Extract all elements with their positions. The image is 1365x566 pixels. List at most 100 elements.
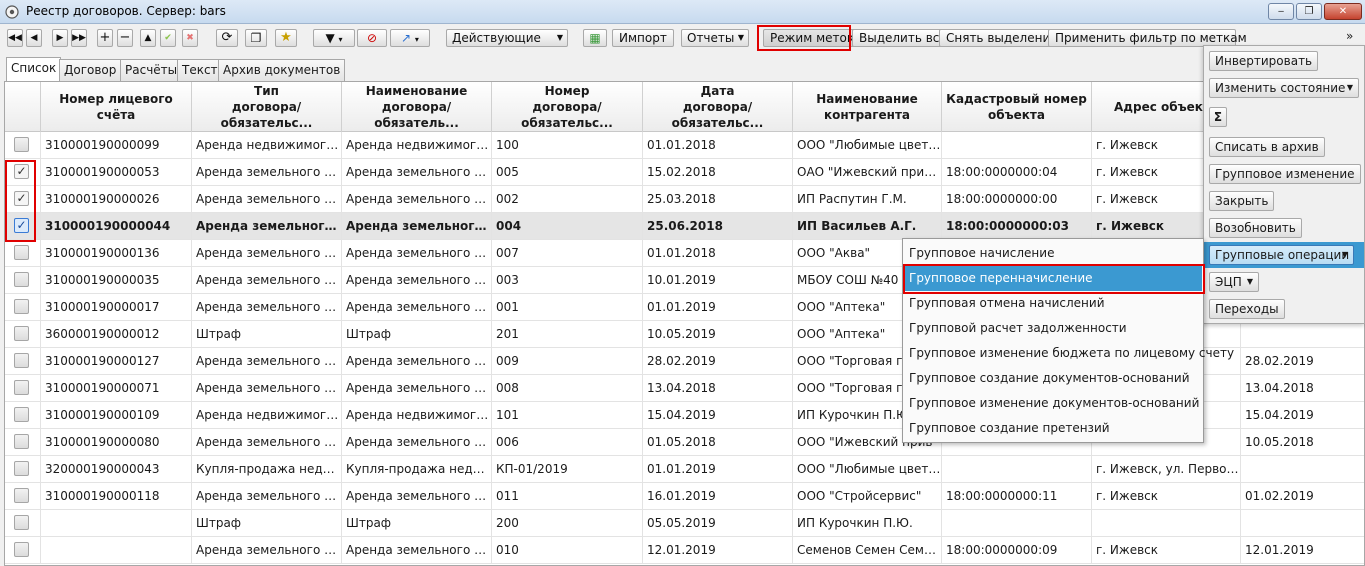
table-cell: Аренда земельного у... bbox=[192, 213, 342, 240]
eds-dropdown[interactable]: ЭЦП ▼ bbox=[1209, 272, 1259, 292]
row-checkbox[interactable] bbox=[14, 326, 29, 341]
change-state-dropdown[interactable]: Изменить состояние ▼ bbox=[1209, 78, 1359, 98]
menu-item[interactable]: Групповое изменение документов-оснований bbox=[904, 391, 1202, 416]
table-cell: Аренда недвижимого и... bbox=[342, 132, 492, 159]
row-checkbox[interactable] bbox=[14, 380, 29, 395]
table-row[interactable]: ✓ 310000190000026 Аренда земельного уча...… bbox=[5, 186, 1364, 213]
minimize-button[interactable]: ‒ bbox=[1268, 3, 1294, 20]
last-record-icon[interactable]: ▶▶ bbox=[71, 29, 87, 47]
table-cell: Аренда земельного уча... bbox=[192, 186, 342, 213]
refresh-icon[interactable]: ⟳ bbox=[216, 29, 238, 47]
table-cell: 01.01.2019 bbox=[643, 456, 793, 483]
row-checkbox[interactable] bbox=[14, 461, 29, 476]
table-cell: Аренда земельного уча... bbox=[342, 483, 492, 510]
row-checkbox-cell bbox=[5, 429, 41, 456]
maximize-button[interactable]: ❐ bbox=[1296, 3, 1322, 20]
row-checkbox[interactable] bbox=[14, 488, 29, 503]
table-cell bbox=[942, 132, 1092, 159]
table-cell: 25.03.2018 bbox=[643, 186, 793, 213]
tab-calculations[interactable]: Расчёты bbox=[120, 59, 183, 81]
row-checkbox[interactable] bbox=[14, 245, 29, 260]
close-button[interactable]: ✕ bbox=[1324, 3, 1362, 20]
group-operations-label: Групповые операции bbox=[1215, 248, 1350, 262]
column-header-counterparty[interactable]: Наименование контрагента bbox=[793, 82, 942, 132]
filter-dropdown[interactable]: ▼ ▾ bbox=[313, 29, 355, 47]
table-row[interactable]: Штраф Штраф 200 05.05.2019 ИП Курочкин П.Ю. bbox=[5, 510, 1364, 537]
table-cell: КП-01/2019 bbox=[492, 456, 643, 483]
excel-export-icon[interactable]: ▦ bbox=[583, 29, 607, 47]
sort-dropdown[interactable]: ↗ ▾ bbox=[390, 29, 430, 47]
table-cell: Аренда земельного уча... bbox=[192, 267, 342, 294]
checkbox-column-header bbox=[5, 82, 41, 132]
sum-icon[interactable]: Σ bbox=[1209, 107, 1227, 127]
row-checkbox-cell bbox=[5, 132, 41, 159]
table-cell bbox=[41, 537, 192, 564]
row-checkbox[interactable] bbox=[14, 515, 29, 530]
confirm-icon[interactable]: ✔ bbox=[160, 29, 176, 47]
table-row[interactable]: 310000190000099 Аренда недвижимого и... Ар… bbox=[5, 132, 1364, 159]
next-record-icon[interactable]: ▶ bbox=[52, 29, 68, 47]
close-contract-button[interactable]: Закрыть bbox=[1209, 191, 1275, 211]
menu-item[interactable]: Групповое изменение бюджета по лицевому … bbox=[904, 341, 1234, 366]
table-cell: ИП Васильев А.Г. bbox=[793, 213, 942, 240]
toolbar-overflow-icon[interactable]: » bbox=[1346, 29, 1353, 43]
table-cell: 01.05.2018 bbox=[643, 429, 793, 456]
row-checkbox[interactable] bbox=[14, 353, 29, 368]
table-cell: Штраф bbox=[342, 321, 492, 348]
table-row[interactable]: 310000190000118 Аренда земельного уча... А… bbox=[5, 483, 1364, 510]
copy-icon[interactable]: ❐ bbox=[245, 29, 267, 47]
row-checkbox[interactable] bbox=[14, 272, 29, 287]
tab-contract[interactable]: Договор bbox=[59, 59, 122, 81]
first-record-icon[interactable]: ◀◀ bbox=[7, 29, 23, 47]
table-cell: 10.01.2019 bbox=[643, 267, 793, 294]
invert-button[interactable]: Инвертировать bbox=[1209, 51, 1319, 71]
toolbar: ◀◀ ◀ ▶ ▶▶ + − ▲ ✔ ✖ ⟳ ❐ ★ ▼ ▾ ⊘ ↗ ▾ Дейс… bbox=[0, 24, 1365, 52]
row-checkbox[interactable] bbox=[14, 434, 29, 449]
import-button[interactable]: Импорт bbox=[612, 29, 674, 47]
column-header-cadastral[interactable]: Кадастровый номер объекта bbox=[942, 82, 1092, 132]
table-cell: Штраф bbox=[192, 321, 342, 348]
reports-dropdown[interactable]: Отчеты ▼ bbox=[681, 29, 749, 47]
menu-item[interactable]: Групповая отмена начислений bbox=[904, 291, 1202, 316]
menu-item[interactable]: Групповое создание претензий bbox=[904, 416, 1202, 441]
row-checkbox[interactable] bbox=[14, 299, 29, 314]
menu-item[interactable]: Групповой расчет задолженности bbox=[904, 316, 1202, 341]
group-operations-dropdown[interactable]: Групповые операции ▼ bbox=[1209, 245, 1354, 265]
column-header-account[interactable]: Номер лицевого счёта bbox=[41, 82, 192, 132]
table-cell: 18:00:0000000:00 bbox=[942, 186, 1092, 213]
tab-text[interactable]: Текст bbox=[177, 59, 223, 81]
column-header-number[interactable]: Номер договора/обязательс... bbox=[492, 82, 643, 132]
archive-button[interactable]: Списать в архив bbox=[1209, 137, 1325, 157]
row-checkbox[interactable] bbox=[14, 137, 29, 152]
table-row[interactable]: 320000190000043Купля-продажа недвиж...Ку… bbox=[5, 456, 1364, 483]
table-row[interactable]: ✓310000190000044Аренда земельного у...Ар… bbox=[5, 213, 1364, 240]
menu-item[interactable]: Групповое создание документов-оснований bbox=[904, 366, 1202, 391]
row-checkbox[interactable] bbox=[14, 407, 29, 422]
move-up-icon[interactable]: ▲ bbox=[140, 29, 156, 47]
cancel-icon[interactable]: ✖ bbox=[182, 29, 198, 47]
group-change-button[interactable]: Групповое изменение bbox=[1209, 164, 1361, 184]
group-operations-menu: Групповое начисление Групповое перенначис… bbox=[902, 238, 1234, 443]
column-header-type[interactable]: Тип договора/обязательс... bbox=[192, 82, 342, 132]
menu-item[interactable]: Групповое начисление bbox=[904, 241, 1202, 266]
clear-selection-button[interactable]: Снять выделение bbox=[939, 29, 1065, 47]
row-checkbox[interactable] bbox=[14, 542, 29, 557]
resume-button[interactable]: Возобновить bbox=[1209, 218, 1302, 238]
table-cell: 310000190000026 bbox=[41, 186, 192, 213]
status-filter-select[interactable]: Действующие ▼ bbox=[446, 29, 568, 47]
prev-record-icon[interactable]: ◀ bbox=[26, 29, 42, 47]
open-folder-icon[interactable]: ★ bbox=[275, 29, 297, 47]
column-header-name[interactable]: Наименование договора/обязатель... bbox=[342, 82, 492, 132]
add-icon[interactable]: + bbox=[97, 29, 113, 47]
tab-documents-archive[interactable]: Архив документов bbox=[218, 59, 346, 81]
column-header-date[interactable]: Дата договора/обязательс... bbox=[643, 82, 793, 132]
table-cell: Аренда земельного уча... bbox=[192, 348, 342, 375]
grid-header: Номер лицевого счёта Тип договора/обязат… bbox=[5, 82, 1364, 132]
tab-list[interactable]: Список bbox=[6, 57, 62, 81]
table-row[interactable]: Аренда земельного уча... Аренда земельног… bbox=[5, 537, 1364, 564]
transitions-button[interactable]: Переходы bbox=[1209, 299, 1285, 319]
clear-filter-icon[interactable]: ⊘ bbox=[357, 29, 387, 47]
table-row[interactable]: ✓ 310000190000053 Аренда земельного уча...… bbox=[5, 159, 1364, 186]
remove-icon[interactable]: − bbox=[117, 29, 133, 47]
table-cell: Аренда земельного уча... bbox=[342, 294, 492, 321]
